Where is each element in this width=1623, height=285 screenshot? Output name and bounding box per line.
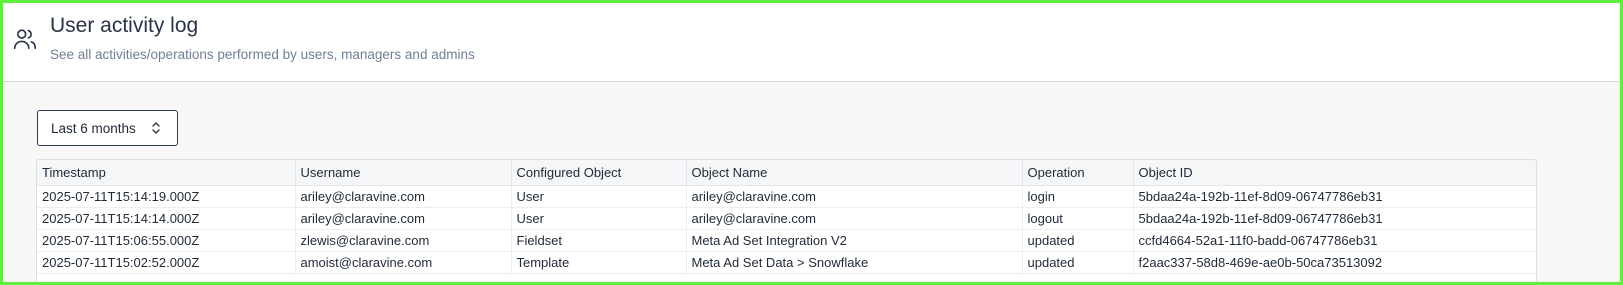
- object-id-cell: 5bdaa24a-192b-11ef-8d09-06747786eb31: [1133, 207, 1536, 230]
- timestamp-cell: 2025-07-11T15:02:52.000Z: [37, 251, 296, 274]
- table-row[interactable]: 2025-07-11T15:14:19.000Z ariley@claravin…: [37, 185, 1536, 208]
- operation-cell: updated: [1022, 229, 1134, 252]
- object-name-cell: Meta Ad Set Integration V2: [686, 229, 1023, 252]
- date-range-select[interactable]: Last 6 months: [37, 110, 178, 146]
- column-header-object-id[interactable]: Object ID: [1133, 160, 1536, 186]
- table-header-row: Timestamp Username Configured Object Obj…: [37, 160, 1536, 186]
- configured-object-cell: User: [511, 207, 687, 230]
- chevron-up-down-icon: [150, 121, 162, 135]
- column-header-timestamp[interactable]: Timestamp: [37, 160, 296, 186]
- configured-object-cell: User: [511, 185, 687, 208]
- page-header: User activity log See all activities/ope…: [3, 3, 1620, 82]
- object-id-cell: ccfd4664-52a1-11f0-badd-06747786eb31: [1133, 229, 1536, 252]
- username-cell: ariley@claravine.com: [295, 185, 512, 208]
- configured-object-cell: Template: [511, 251, 687, 274]
- page-subtitle: See all activities/operations performed …: [50, 47, 475, 62]
- table-row[interactable]: 2025-07-11T15:14:14.000Z ariley@claravin…: [37, 207, 1536, 230]
- users-icon: [12, 26, 38, 52]
- table-row[interactable]: 2025-07-11T15:06:55.000Z zlewis@claravin…: [37, 229, 1536, 252]
- table-row[interactable]: 2025-07-11T15:02:52.000Z amoist@claravin…: [37, 251, 1536, 274]
- page-title: User activity log: [50, 14, 199, 37]
- date-range-label: Last 6 months: [51, 120, 136, 136]
- object-name-cell: ariley@claravine.com: [686, 185, 1023, 208]
- username-cell: ariley@claravine.com: [295, 207, 512, 230]
- object-id-cell: 5bdaa24a-192b-11ef-8d09-06747786eb31: [1133, 185, 1536, 208]
- timestamp-cell: 2025-07-11T15:14:14.000Z: [37, 207, 296, 230]
- operation-cell: updated: [1022, 251, 1134, 274]
- object-name-cell: Meta Ad Set Data > Snowflake: [686, 251, 1023, 274]
- timestamp-cell: 2025-07-11T15:14:19.000Z: [37, 185, 296, 208]
- column-header-configured-object[interactable]: Configured Object: [511, 160, 687, 186]
- username-cell: amoist@claravine.com: [295, 251, 512, 274]
- object-name-cell: ariley@claravine.com: [686, 207, 1023, 230]
- column-header-object-name[interactable]: Object Name: [686, 160, 1023, 186]
- timestamp-cell: 2025-07-11T15:06:55.000Z: [37, 229, 296, 252]
- column-header-username[interactable]: Username: [295, 160, 512, 186]
- operation-cell: logout: [1022, 207, 1134, 230]
- username-cell: zlewis@claravine.com: [295, 229, 512, 252]
- object-id-cell: f2aac337-58d8-469e-ae0b-50ca73513092: [1133, 251, 1536, 274]
- operation-cell: login: [1022, 185, 1134, 208]
- activity-table: Timestamp Username Configured Object Obj…: [36, 159, 1537, 285]
- column-header-operation[interactable]: Operation: [1022, 160, 1134, 186]
- configured-object-cell: Fieldset: [511, 229, 687, 252]
